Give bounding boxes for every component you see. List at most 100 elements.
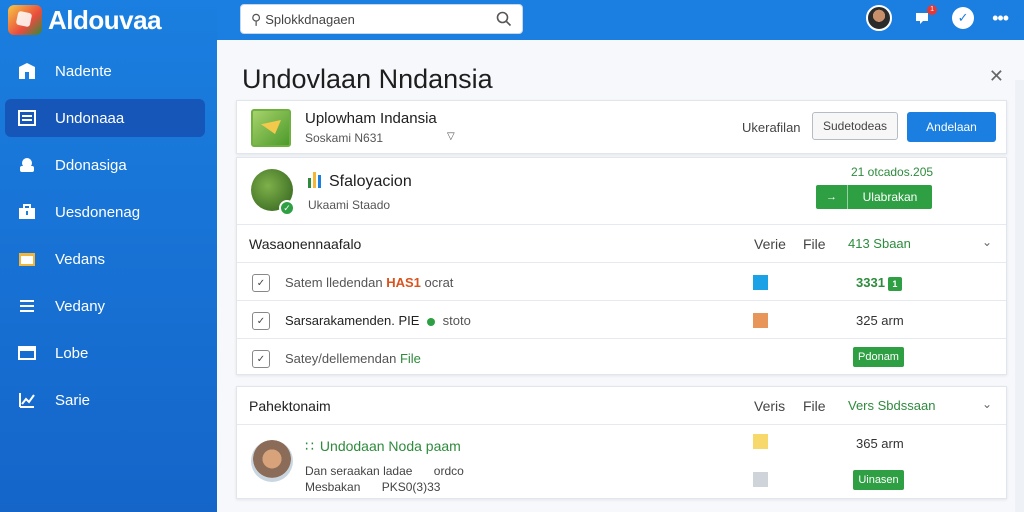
top-icons: 1 ✓ •••	[866, 5, 1009, 31]
sidebar-item-vedany[interactable]: Vedany	[5, 287, 205, 325]
details-card: ✓ Sfaloyacion Ukaami Staado 21 otcados.2…	[236, 157, 1007, 375]
app-card-title: Uplowham Indansia	[305, 110, 437, 127]
row-checkbox[interactable]: ✓	[252, 312, 270, 330]
user-avatar[interactable]	[866, 5, 893, 31]
menu-icon	[17, 296, 37, 316]
status-date: 21 otcados.205	[851, 165, 934, 179]
messenger-icon[interactable]: ✓	[952, 7, 975, 29]
table-row[interactable]: ✓ Satem lledendan HAS1 ocrat 3331 1	[237, 263, 1006, 301]
sidebar-item-label: Nadente	[55, 62, 112, 80]
package-line-2a: Mesbakan	[305, 480, 361, 494]
notification-icon[interactable]: 1	[910, 5, 938, 30]
notification-badge: 1	[927, 5, 938, 15]
check-icon: ✓	[279, 200, 295, 216]
color-swatch	[753, 434, 768, 449]
section-title: Pahektonaim	[249, 398, 331, 414]
window-icon	[17, 343, 37, 363]
sidebar-item-undonaaa[interactable]: Undonaaa	[5, 99, 205, 137]
secondary-button[interactable]: Sudetodeas	[812, 112, 898, 140]
sidebar-item-label: Ddonasiga	[55, 156, 127, 174]
chevron-down-icon[interactable]: ⌄	[982, 235, 992, 249]
packages-card: Pahektonaim Veris File Vers Sbdssaan ⌄ ∷…	[236, 386, 1007, 499]
package-line-1c: ordco	[433, 464, 464, 478]
sidebar-item-label: Undonaaa	[55, 109, 125, 127]
app-card: Uplowham Indansia Soskami N631 ▽ Ukerafi…	[236, 100, 1007, 154]
sidebar-item-uesdonenag[interactable]: Uesdonenag	[5, 193, 205, 231]
row-text: Sarsarakamenden. PIE stoto	[285, 313, 471, 328]
search-submit-icon[interactable]	[496, 11, 512, 32]
more-icon[interactable]: •••	[992, 8, 1009, 29]
row-action-pill[interactable]: Pdonam	[853, 347, 904, 367]
row-tag: HAS1	[386, 275, 421, 290]
search-box[interactable]: ⚲	[240, 4, 523, 34]
row-text: Satey/dellemendan File	[285, 351, 421, 366]
row-value: 325 arm	[856, 313, 904, 328]
chevron-down-icon[interactable]: ⌄	[982, 397, 992, 411]
status-dot	[427, 317, 436, 326]
dots-icon: ∷	[305, 438, 314, 454]
section-header: Pahektonaim Veris File Vers Sbdssaan ⌄	[237, 387, 1006, 425]
app-thumbnail	[251, 109, 291, 147]
sidebar-item-label: Vedany	[55, 297, 106, 315]
row-label: Satem lledendan	[285, 275, 383, 290]
section-title: Wasaonennaafalo	[249, 236, 362, 252]
package-line-1: Dan seraakan ladae ordco	[305, 464, 464, 478]
folder-icon	[17, 249, 37, 269]
table-row[interactable]: ✓ Satey/dellemendan File Pdonam	[237, 339, 1006, 377]
app-card-subtitle: Soskami N631	[305, 131, 384, 145]
status-title: Sfaloyacion	[329, 173, 412, 190]
column-header-version[interactable]: Verie	[754, 236, 786, 252]
sidebar-item-label: Vedans	[55, 250, 106, 268]
row-checkbox[interactable]: ✓	[252, 350, 270, 368]
row-badge: 1	[887, 277, 902, 291]
list-item[interactable]: ∷ Undodaan Noda paam Dan seraakan ladae o…	[237, 425, 1006, 500]
sidebar: Aldouvaa Nadente Undonaaa Ddonasiga Uesd…	[0, 0, 217, 512]
status-action-label: Ulabrakan	[862, 190, 918, 204]
scrollbar[interactable]	[1015, 80, 1024, 512]
sidebar-item-sarie[interactable]: Sarie	[5, 381, 205, 419]
package-line-1a: Dan seraakan	[305, 464, 380, 478]
primary-button[interactable]: Andelaan	[907, 112, 996, 142]
page-title: Undovlaan Nndansia	[242, 64, 493, 94]
app-card-label: Ukerafilan	[742, 120, 801, 135]
sidebar-item-vedans[interactable]: Vedans	[5, 240, 205, 278]
column-header-file[interactable]: File	[803, 398, 826, 414]
column-header-size[interactable]: 413 Sbaan	[848, 236, 911, 251]
row-text: Satem lledendan HAS1 ocrat	[285, 275, 453, 290]
chevron-down-icon[interactable]: ▽	[447, 131, 455, 142]
brand[interactable]: Aldouvaa	[0, 0, 217, 40]
list-icon	[17, 108, 37, 128]
column-header-version[interactable]: Veris	[754, 398, 785, 414]
app-logo	[8, 5, 42, 35]
status-subtitle: Ukaami Staado	[308, 198, 391, 212]
sidebar-item-nadente[interactable]: Nadente	[5, 52, 205, 90]
row-label: Sarsarakamenden. PIE	[285, 313, 420, 328]
close-icon[interactable]: ✕	[989, 66, 1004, 87]
cloud-icon	[17, 155, 37, 175]
section-header: Wasaonennaafalo Verie File 413 Sbaan ⌄	[237, 225, 1006, 263]
status-action-button[interactable]: → Ulabrakan	[816, 185, 932, 209]
row-value: 3331 1	[856, 275, 902, 291]
package-value: 365 arm	[856, 436, 904, 451]
app-name: Aldouvaa	[48, 4, 162, 35]
column-header-file[interactable]: File	[803, 236, 826, 252]
sidebar-item-label: Lobe	[55, 344, 89, 362]
row-tail: ocrat	[424, 275, 454, 290]
package-line-1b: ladae	[383, 464, 413, 478]
sidebar-item-ddonasiga[interactable]: Ddonasiga	[5, 146, 205, 184]
sidebar-item-lobe[interactable]: Lobe	[5, 334, 205, 372]
color-swatch	[753, 472, 768, 487]
top-bar: ⚲ 1 ✓ •••	[217, 0, 1024, 40]
package-action-pill[interactable]: Uinasen	[853, 470, 904, 490]
table-row[interactable]: ✓ Sarsarakamenden. PIE stoto 325 arm	[237, 301, 1006, 339]
package-line-2: Mesbakan PKS0(3)33	[305, 480, 440, 494]
bars-icon	[308, 172, 321, 188]
row-tag: File	[399, 351, 421, 366]
briefcase-icon	[17, 202, 37, 222]
chart-icon	[17, 390, 37, 410]
row-value-text: 3331	[856, 275, 885, 290]
sidebar-item-label: Uesdonenag	[55, 203, 141, 221]
column-header-size[interactable]: Vers Sbdssaan	[848, 398, 935, 413]
search-input[interactable]	[265, 11, 486, 27]
row-checkbox[interactable]: ✓	[252, 274, 270, 292]
